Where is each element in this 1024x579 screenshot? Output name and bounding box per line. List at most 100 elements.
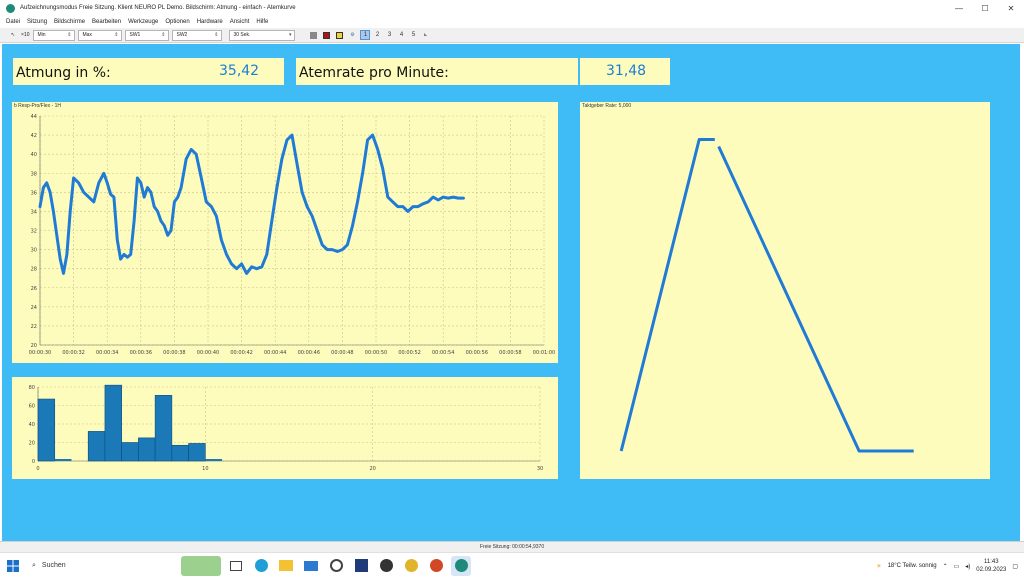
x-tick-label: 00:00:46 (298, 350, 320, 356)
x-tick-label: 00:00:42 (230, 350, 252, 356)
histogram-bar (171, 444, 189, 462)
x-tick-label: 00:00:40 (197, 350, 219, 356)
histogram-bar (188, 443, 206, 462)
layout-icon[interactable]: ⊾ (420, 30, 430, 40)
edge-icon[interactable] (251, 556, 271, 576)
maximize-button[interactable]: ☐ (972, 0, 998, 16)
notification-icon[interactable]: ▢ (1012, 563, 1018, 570)
pacer-panel: Taktgeber Rate: 5,000 (580, 102, 990, 479)
pacer-chart (619, 138, 914, 453)
weather-icon[interactable]: ☀ (876, 563, 881, 570)
taskbar: ⌕ Suchen ☀ 18°C Teilw. sonnig ⌃ ▭ ◂) 11:… (0, 552, 1024, 578)
y-tick-label: 20 (29, 441, 35, 447)
weather-text[interactable]: 18°C Teilw. sonnig (888, 563, 937, 569)
min-select[interactable]: Min ⇕ (33, 29, 76, 41)
spin-icon: ⇕ (67, 32, 72, 38)
menu-bildschirme[interactable]: Bildschirme (54, 19, 85, 25)
menu-hilfe[interactable]: Hilfe (256, 19, 268, 25)
cursor-icon[interactable]: ↖ (8, 30, 18, 40)
menu-ansicht[interactable]: Ansicht (230, 19, 250, 25)
pacer-line (619, 138, 715, 452)
mail-icon[interactable] (301, 556, 321, 576)
x-tick-label: 30 (537, 466, 543, 472)
menu-sitzung[interactable]: Sitzung (27, 19, 47, 25)
status-bar: Freie Sitzung: 00:00:54,9370 (0, 541, 1024, 552)
pause-icon[interactable] (334, 30, 344, 40)
breath-value: 35,42 (219, 63, 260, 79)
y-tick-label: 40 (31, 152, 37, 158)
word-icon[interactable] (351, 556, 371, 576)
histogram-bar (37, 398, 56, 462)
speaker-icon[interactable]: ◂) (965, 563, 970, 570)
chrome-icon[interactable] (401, 556, 421, 576)
timebase-select[interactable]: 30 Sek. ▾ (229, 29, 296, 41)
menu-optionen[interactable]: Optionen (165, 19, 189, 25)
rate-value-box: 31,48 (580, 58, 670, 85)
breath-label: Atmung in %: (16, 65, 111, 81)
page-button-3[interactable]: 3 (384, 30, 394, 40)
menu-hardware[interactable]: Hardware (197, 19, 223, 25)
window-title: Aufzeichnungsmodus Freie Sitzung. Klient… (20, 5, 296, 11)
histogram-bar (121, 442, 139, 462)
spin-icon: ⇕ (114, 32, 119, 38)
x-tick-label: 00:00:38 (163, 350, 185, 356)
sw2-select[interactable]: SW2 ⇕ (172, 29, 223, 41)
page-button-5[interactable]: 5 (408, 30, 418, 40)
toolbar: ↖ ×10 Min ⇕ Max ⇕ SW1 ⇕ SW2 ⇕ 30 Sek. ▾ ⚙ 1 2… (0, 28, 1024, 43)
search-icon: ⌕ (32, 561, 36, 569)
x-tick-label: 00:00:30 (29, 350, 51, 356)
explorer-icon[interactable] (276, 556, 296, 576)
search-highlight-image[interactable] (181, 555, 221, 576)
histogram-bar (154, 395, 173, 462)
dell-icon[interactable] (326, 556, 346, 576)
menu-bar: Datei Sitzung Bildschirme Bearbeiten Wer… (0, 16, 1024, 28)
settings-icon[interactable]: ⚙ (347, 30, 357, 40)
gray-square-icon[interactable] (308, 30, 318, 40)
y-tick-label: 32 (31, 229, 37, 235)
record-icon[interactable] (321, 30, 331, 40)
menu-datei[interactable]: Datei (6, 19, 20, 25)
y-tick-label: 28 (31, 267, 37, 273)
windows-icon (7, 559, 19, 572)
y-tick-label: 30 (31, 248, 37, 254)
scale-label: ×10 (21, 32, 30, 38)
max-select[interactable]: Max ⇕ (78, 29, 123, 41)
page-button-2[interactable]: 2 (372, 30, 382, 40)
y-tick-label: 36 (31, 190, 37, 196)
breath-curve-chart: 20 22 24 26 28 30 32 34 36 38 40 42 44 00:00:30 00:00:… (29, 114, 555, 356)
session-workspace: Atmung in %: 35,42 Atemrate pro Minute: … (2, 44, 1020, 541)
histogram-bar (54, 459, 72, 461)
menu-werkzeuge[interactable]: Werkzeuge (128, 19, 158, 25)
y-tick-label: 22 (31, 324, 37, 330)
search-box[interactable]: ⌕ Suchen (26, 556, 176, 576)
network-icon[interactable]: ▭ (954, 563, 960, 570)
chevron-down-icon: ▾ (288, 32, 292, 38)
spin-icon: ⇕ (214, 32, 219, 38)
histogram-bar (104, 384, 122, 462)
sw1-select[interactable]: SW1 ⇕ (125, 29, 170, 41)
x-tick-label: 0 (36, 466, 39, 472)
x-tick-label: 00:00:34 (96, 350, 118, 356)
x-tick-label: 00:00:36 (130, 350, 152, 356)
powerpoint-icon[interactable] (426, 556, 446, 576)
widgets-icon[interactable] (226, 556, 246, 576)
chevron-up-icon[interactable]: ⌃ (943, 563, 948, 570)
menu-bearbeiten[interactable]: Bearbeiten (92, 19, 121, 25)
x-tick-label: 00:00:48 (331, 350, 353, 356)
clock-date: 02.09.2023 (976, 567, 1007, 573)
neuro-icon[interactable] (451, 555, 471, 576)
clock-time: 11:43 (984, 559, 999, 565)
rate-display: Atemrate pro Minute: (296, 58, 578, 85)
start-button[interactable] (2, 555, 24, 577)
window-controls: — ☐ ✕ (946, 0, 1024, 16)
app-icon[interactable] (376, 556, 396, 576)
breath-curve-line (38, 133, 465, 275)
page-button-1[interactable]: 1 (360, 30, 371, 40)
close-button[interactable]: ✕ (998, 0, 1024, 16)
y-tick-label: 40 (29, 422, 35, 428)
clock[interactable]: 11:43 02.09.2023 (976, 558, 1006, 574)
app-icon (6, 3, 15, 13)
minimize-button[interactable]: — (946, 0, 972, 16)
y-tick-label: 26 (31, 286, 37, 292)
page-button-4[interactable]: 4 (396, 30, 406, 40)
